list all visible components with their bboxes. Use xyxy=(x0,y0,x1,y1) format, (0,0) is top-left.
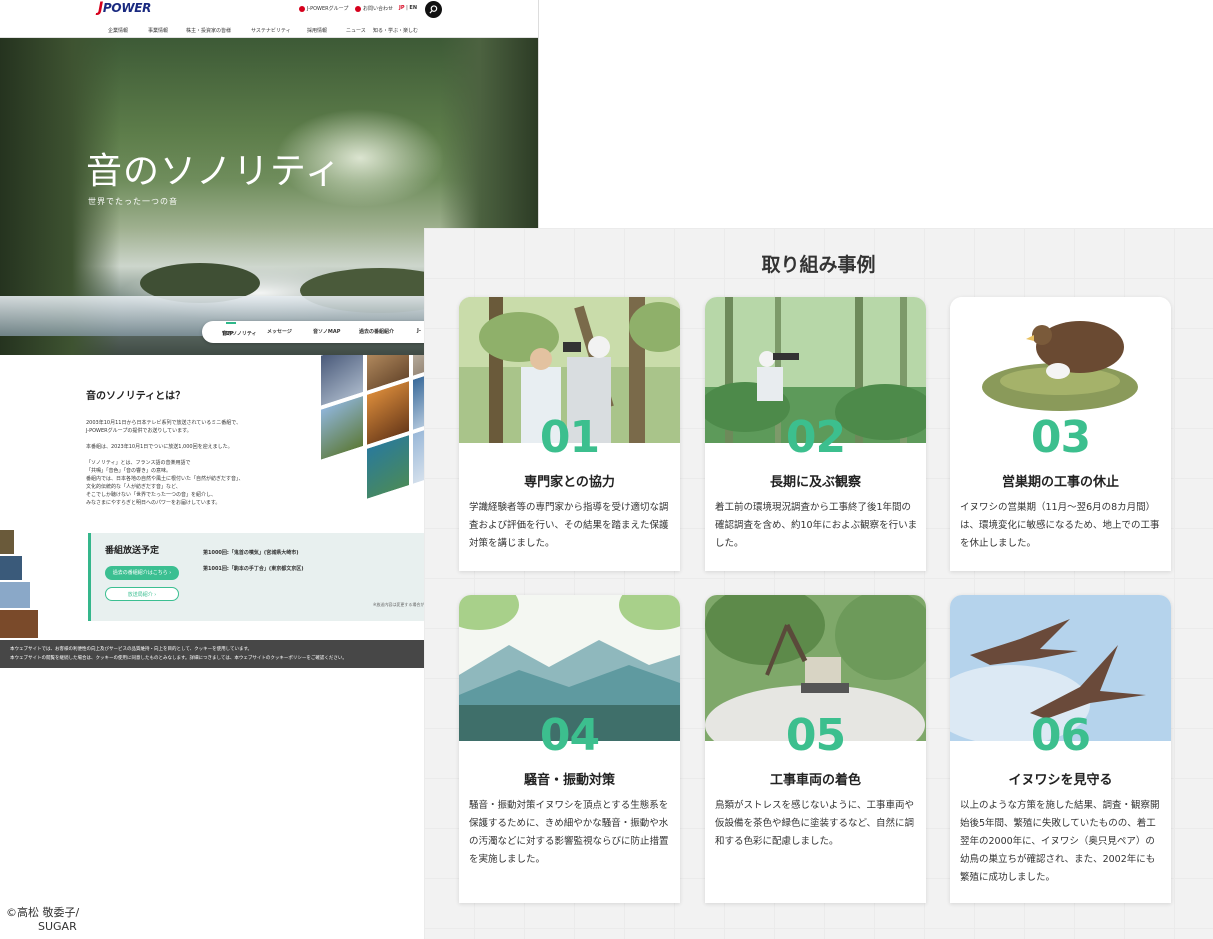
case-card-03: 03 営巣期の工事の休止 イヌワシの営巣期（11月〜翌6月の8カ月間）は、環境変… xyxy=(950,297,1171,571)
case-card-02: 02 長期に及ぶ観察 着工前の環境現況調査から工事終了後1年間の確認調査を含め、… xyxy=(705,297,926,571)
jpower-logo[interactable]: JPOWER xyxy=(98,0,151,16)
global-nav: 企業情報 事業情報 株主・投資家の皆様 サステナビリティ 採用情報 ニュース 知… xyxy=(0,27,538,37)
stations-button[interactable]: 放送局紹介 › xyxy=(105,587,179,601)
case-card-05: 05 工事車両の着色 鳥類がストレスを感じないように、工事車両や仮設備を茶色や緑… xyxy=(705,595,926,903)
search-button[interactable] xyxy=(425,1,442,18)
hero-title: 音のソノリティ xyxy=(86,151,342,192)
case-number: 03 xyxy=(1030,412,1091,463)
episode-1001: 第1001回:「駒本の手丁合」(東京都文京区) xyxy=(203,566,304,572)
cases-title: 取り組み事例 xyxy=(761,254,876,276)
gnav-item[interactable]: 事業情報 xyxy=(148,27,168,34)
case-number: 02 xyxy=(785,412,846,463)
illustration-credit: ©高松 敬委子/ SUGAR xyxy=(6,906,80,933)
case-title: 長期に及ぶ観察 xyxy=(769,475,861,490)
hero-subtitle: 世界でたった一つの音 xyxy=(88,197,178,206)
case-card-06: 06 イヌワシを見守る 以上のような方策を施した結果、調査・観察開始後5年間、繁… xyxy=(950,595,1171,903)
about-title: 音のソノリティとは？ xyxy=(86,391,186,402)
case-number: 04 xyxy=(539,710,600,761)
lang-en[interactable]: EN xyxy=(409,5,417,11)
case-title: 営巣期の工事の休止 xyxy=(1001,475,1119,490)
about-text: 2003年10月11日から日本テレビ系列で放送されているミニ番組で、 J-POWE… xyxy=(86,420,242,434)
gnav-item[interactable]: 企業情報 xyxy=(108,27,128,34)
case-card-04: 04 騒音・振動対策 騒音・振動対策イヌワシを頂点とする生態系を保護するために、… xyxy=(459,595,680,903)
gnav-item[interactable]: 株主・投資家の皆様 xyxy=(186,27,231,34)
case-number: 01 xyxy=(539,412,600,463)
subnav-message[interactable]: メッセージ xyxy=(267,328,292,335)
cases-panel: 取り組み事例 01 専門家との協力 学識経験者等の専門家から指導を受け適切な調査… xyxy=(424,228,1213,939)
contact-link[interactable]: お問い合わせ xyxy=(355,5,393,12)
broadcast-title: 番組放送予定 xyxy=(105,546,160,556)
gnav-item[interactable]: 採用情報 xyxy=(307,27,327,34)
gnav-item[interactable]: サステナビリティ xyxy=(251,27,291,34)
question-icon xyxy=(355,5,361,12)
photo-strip xyxy=(0,530,40,640)
group-icon xyxy=(299,5,305,12)
subnav-past-programs[interactable]: 過去の番組紹介 xyxy=(359,328,394,335)
case-number: 05 xyxy=(785,710,846,761)
broadcast-note: ※放送内容は変更する場合があ xyxy=(373,602,429,607)
gnav-item[interactable]: ニュース xyxy=(346,27,366,34)
case-description: 騒音・振動対策イヌワシを頂点とする生態系を保護するために、きめ細やかな騒音・振動… xyxy=(469,800,669,865)
case-description: 鳥類がストレスを感じないように、工事車両や仮設備を茶色や緑色に塗装するなど、自然… xyxy=(715,800,915,847)
group-link[interactable]: J-POWERグループ xyxy=(299,5,348,12)
site-header: JPOWER J-POWERグループ お問い合わせ JP | EN 企業情報 事… xyxy=(0,0,538,38)
case-description: イヌワシの営巣期（11月〜翌6月の8カ月間）は、環境変化に敏感になるため、地上で… xyxy=(960,502,1160,549)
about-text: 「ソノリティ」とは、フランス語の音楽用語で 「共鳴」「音色」「音の響き」の意味。… xyxy=(86,460,244,506)
lang-jp[interactable]: JP xyxy=(399,5,405,11)
case-title: 工事車両の着色 xyxy=(769,773,861,788)
case-card-01: 01 専門家との協力 学識経験者等の専門家から指導を受け適切な調査および評価を行… xyxy=(459,297,680,571)
episode-1000: 第1000回:「鬼首の噴気」(宮城県大崎市) xyxy=(203,550,299,556)
case-title: 騒音・振動対策 xyxy=(523,773,615,788)
case-description: 学識経験者等の専門家から指導を受け適切な調査および評価を行い、その結果を踏まえた… xyxy=(469,502,669,549)
subnav-more[interactable]: J- xyxy=(417,328,421,334)
subnav-map[interactable]: 音ソノMAP xyxy=(313,328,340,335)
language-switch: JP | EN xyxy=(399,5,418,11)
about-text: 本番組は、2023年10月1日でついに放送1,000回を迎えました。 xyxy=(86,444,233,450)
case-description: 着工前の環境現況調査から工事終了後1年間の確認調査を含め、約10年におよぶ観察を… xyxy=(715,502,918,549)
search-icon xyxy=(429,5,438,14)
case-title: イヌワシを見守る xyxy=(1008,773,1113,788)
case-title: 専門家との協力 xyxy=(524,475,615,490)
case-number: 06 xyxy=(1030,710,1091,761)
gnav-item[interactable]: 知る・学ぶ・楽しむ xyxy=(373,27,418,34)
case-description: 以上のような方策を施した結果、調査・観察開始後5年間、繁殖に失敗していたものの、… xyxy=(960,800,1160,883)
past-programs-button[interactable]: 過去の番組紹介はこちら › xyxy=(105,566,179,580)
